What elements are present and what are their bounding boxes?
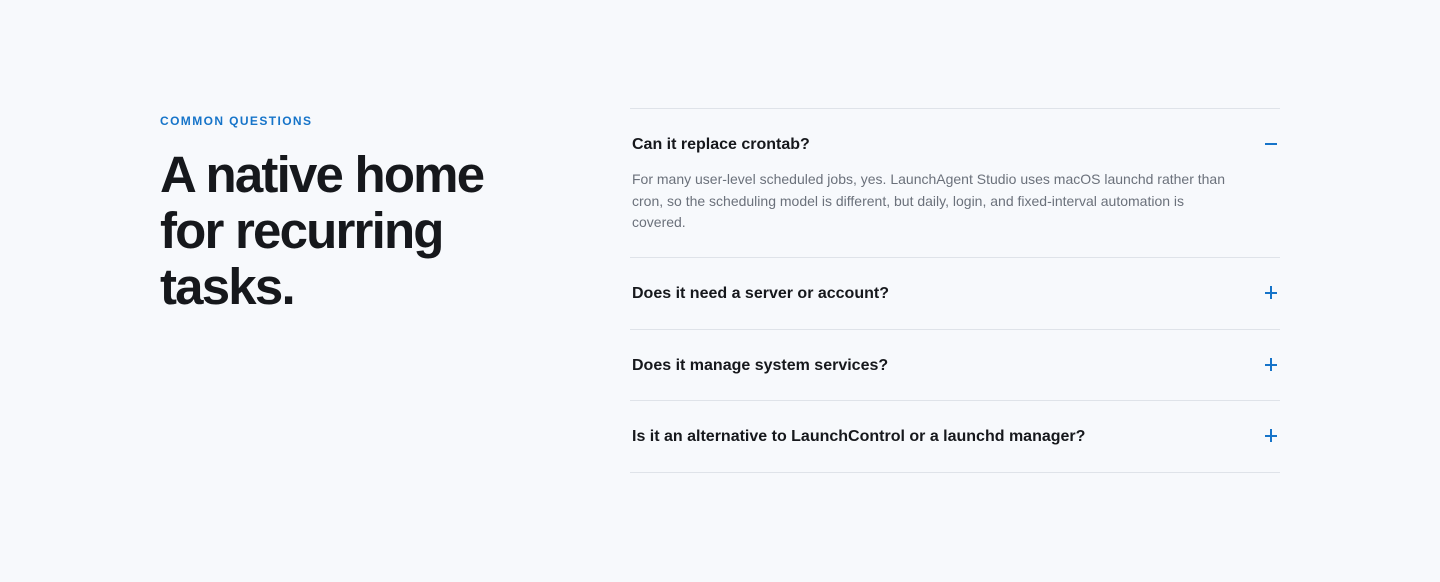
minus-icon-bar <box>1265 143 1277 145</box>
faq-accordion: Can it replace crontab? For many user-le… <box>630 108 1280 473</box>
plus-icon-vertical-bar <box>1270 286 1272 299</box>
faq-question[interactable]: Can it replace crontab? <box>632 135 1278 155</box>
plus-icon-vertical-bar <box>1270 358 1272 371</box>
faq-question[interactable]: Does it manage system services? <box>632 356 1278 376</box>
plus-icon[interactable] <box>1264 285 1278 299</box>
faq-section: COMMON QUESTIONS A native home for recur… <box>0 0 1440 582</box>
faq-question[interactable]: Does it need a server or account? <box>632 284 1278 304</box>
plus-icon[interactable] <box>1264 428 1278 442</box>
section-headline: A native home for recurring tasks. <box>160 146 485 315</box>
faq-intro: COMMON QUESTIONS A native home for recur… <box>160 113 540 315</box>
faq-item-launchcontrol-alternative[interactable]: Is it an alternative to LaunchControl or… <box>630 401 1280 473</box>
minus-icon[interactable] <box>1264 136 1278 150</box>
section-eyebrow: COMMON QUESTIONS <box>160 114 313 128</box>
faq-item-replace-crontab[interactable]: Can it replace crontab? For many user-le… <box>630 109 1280 258</box>
plus-icon[interactable] <box>1264 357 1278 371</box>
faq-question[interactable]: Is it an alternative to LaunchControl or… <box>632 427 1278 447</box>
faq-answer: For many user-level scheduled jobs, yes.… <box>632 171 1225 230</box>
faq-item-system-services[interactable]: Does it manage system services? <box>630 330 1280 401</box>
plus-icon-vertical-bar <box>1270 429 1272 442</box>
faq-item-server-account[interactable]: Does it need a server or account? <box>630 258 1280 330</box>
